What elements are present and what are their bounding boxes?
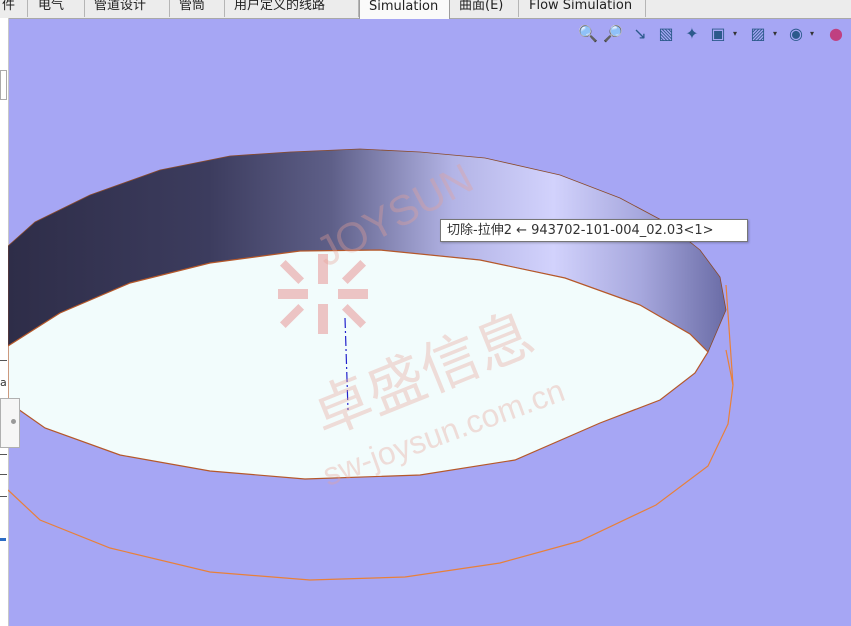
hide-show-dropdown-icon[interactable]: ▾ (810, 22, 818, 46)
display-style-dropdown-icon[interactable]: ▾ (773, 22, 781, 46)
hide-show-items-icon[interactable]: ◉ (785, 22, 807, 46)
heads-up-view-toolbar: 🔍 🔎 ↘ ▧ ✦ ▣ ▾ ▨ ▾ ◉ ▾ ● (577, 22, 851, 48)
tab-electrical[interactable]: 电气 (28, 0, 85, 17)
tab-label: 曲面(E) (459, 0, 504, 13)
tab-surfaces[interactable]: 曲面(E) (450, 0, 519, 17)
selection-tooltip: 切除-拉伸2 ← 943702-101-004_02.03<1> (440, 219, 748, 242)
tab-label: Flow Simulation (529, 0, 633, 13)
tab-label: 用户定义的线路 (234, 0, 326, 13)
dynamic-annotation-icon[interactable]: ✦ (681, 22, 703, 46)
side-collapse-widget[interactable] (0, 398, 20, 448)
view-orientation-icon[interactable]: ▣ (707, 22, 729, 46)
display-style-icon[interactable]: ▨ (747, 22, 769, 46)
zoom-to-fit-icon[interactable]: 🔍 (577, 22, 599, 46)
tab-simulation[interactable]: Simulation (359, 0, 450, 19)
tab-label: 管筒 (179, 0, 206, 13)
zoom-to-area-icon[interactable]: 🔎 (602, 22, 624, 46)
previous-view-icon[interactable]: ↘ (629, 22, 651, 46)
command-manager-tabs: 件 电气 管道设计 管筒 用户定义的线路 Simulation 曲面(E) Fl… (0, 0, 851, 19)
tab-label: 电气 (38, 0, 65, 13)
tab-tubing[interactable]: 管筒 (170, 0, 225, 17)
panel-marker (0, 538, 6, 541)
tab-piping[interactable]: 管道设计 (85, 0, 170, 17)
view-orientation-dropdown-icon[interactable]: ▾ (733, 22, 741, 46)
tab-user-defined-routing[interactable]: 用户定义的线路 (225, 0, 359, 17)
graphics-area[interactable]: JOYSUN 卓盛信息 sw-joysun.com.cn (8, 19, 851, 626)
section-view-icon[interactable]: ▧ (655, 22, 677, 46)
panel-fragment-text: a (0, 376, 7, 389)
tab-label: 件 (2, 0, 16, 13)
edit-appearance-icon[interactable]: ● (825, 22, 847, 46)
tab-flow-simulation[interactable]: Flow Simulation (519, 0, 646, 17)
tab-parts[interactable]: 件 (0, 0, 28, 17)
tab-label: 管道设计 (94, 0, 147, 13)
tab-label: Simulation (369, 0, 439, 14)
